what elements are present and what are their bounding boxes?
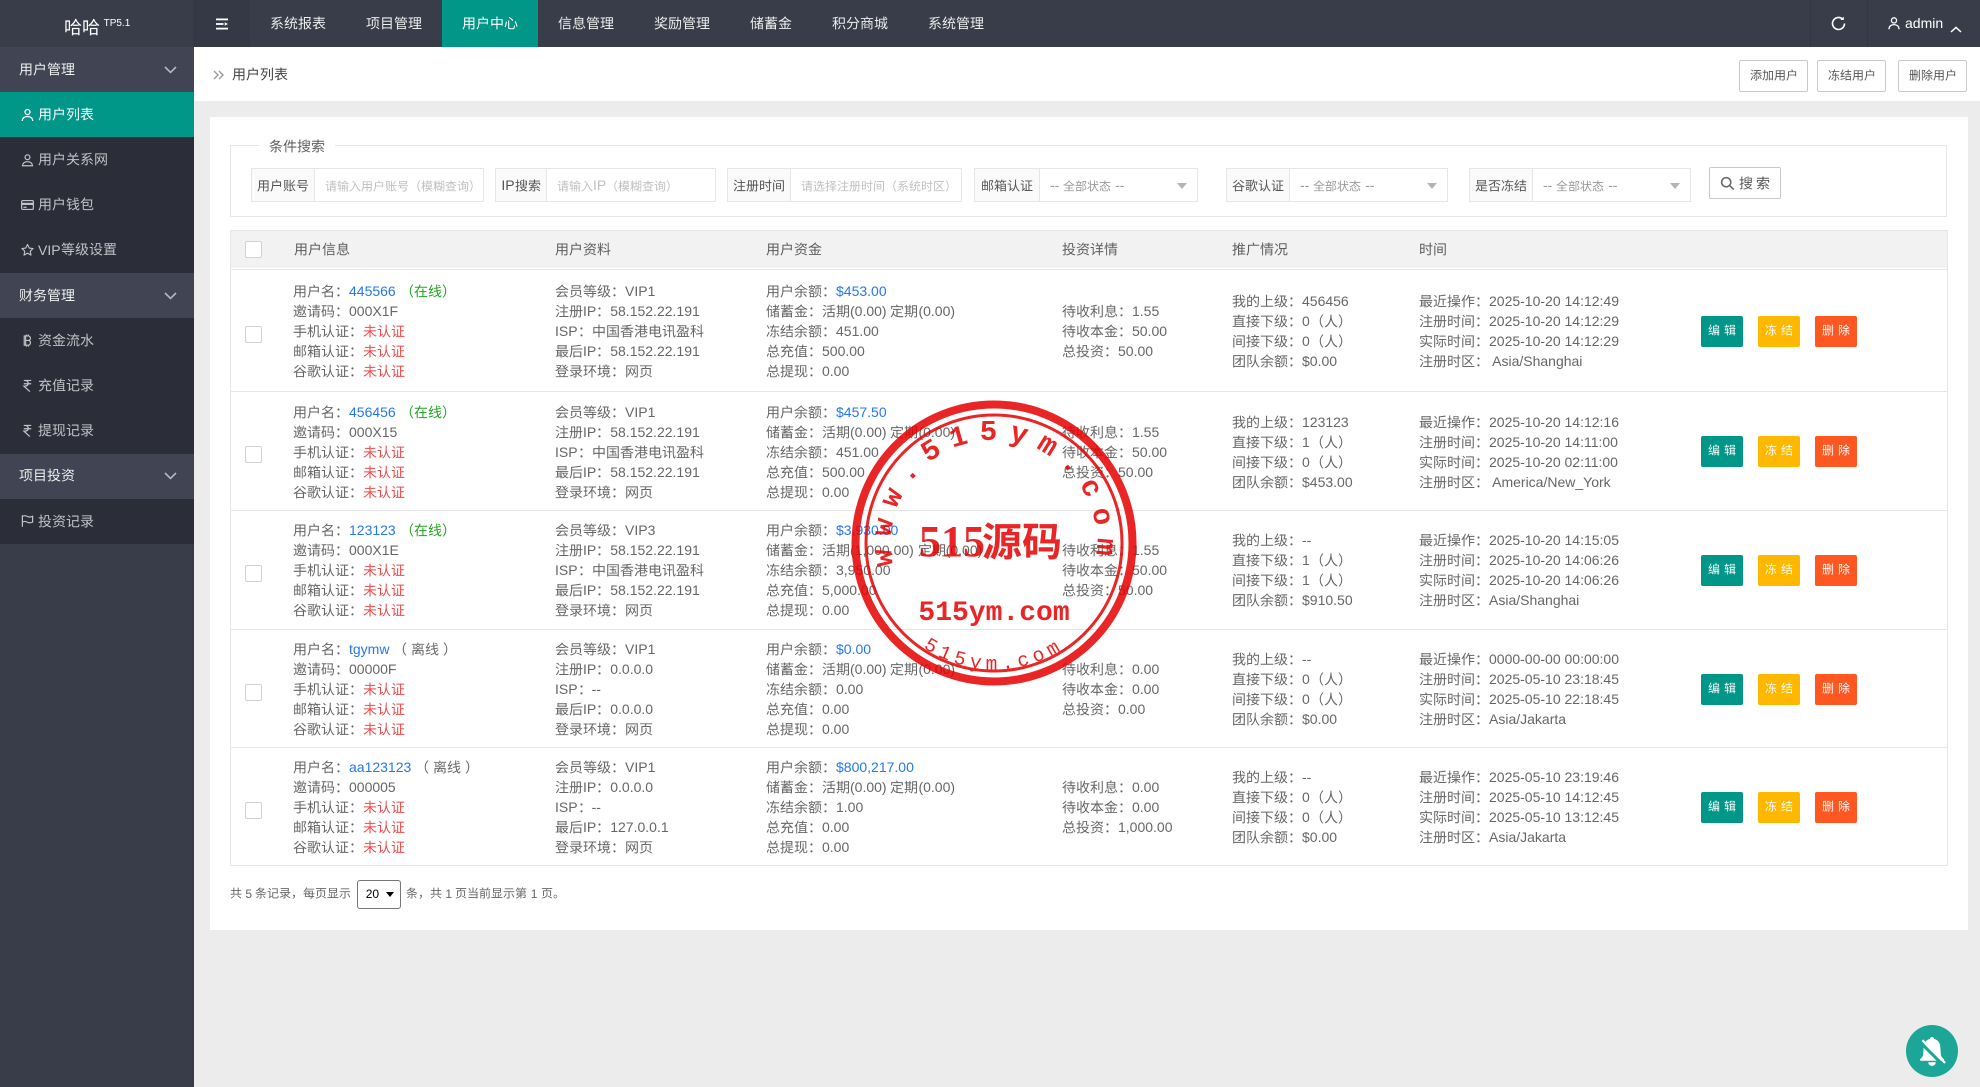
svg-text:515ym.com: 515ym.com xyxy=(918,598,1069,629)
svg-text:515: 515 xyxy=(919,517,985,566)
